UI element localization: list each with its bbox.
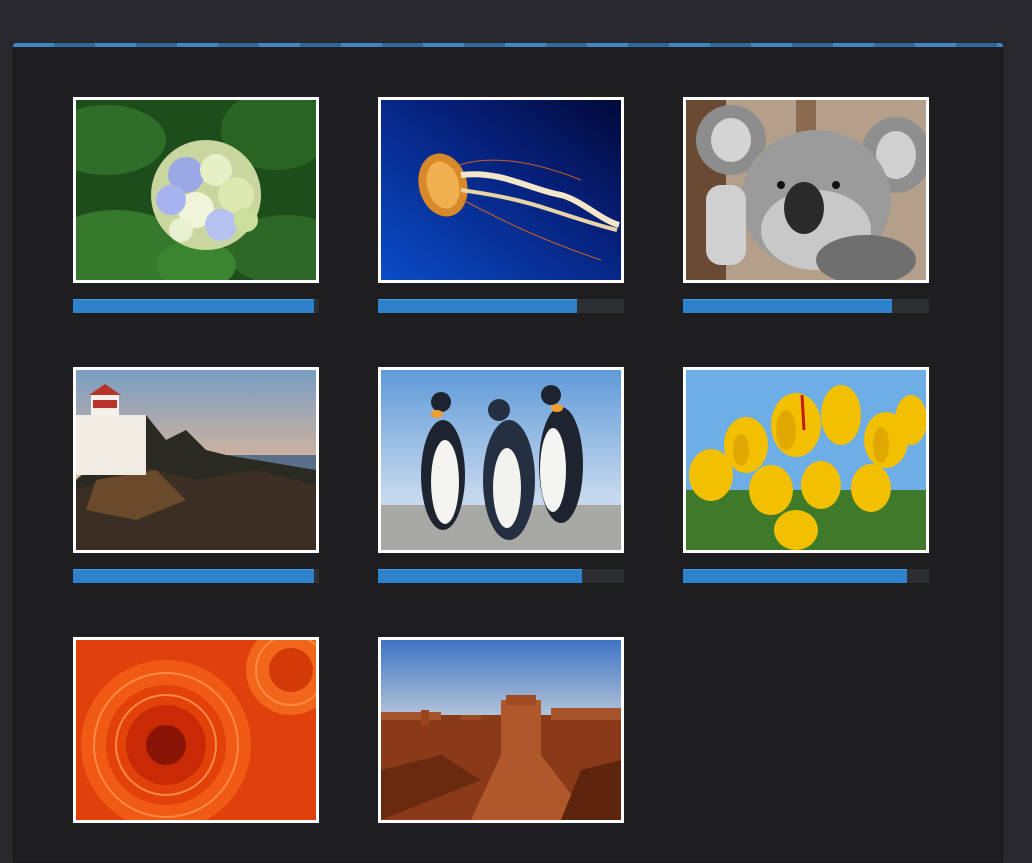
upload-progress-bar bbox=[73, 569, 319, 583]
desert-image bbox=[381, 640, 621, 820]
tulips-image bbox=[686, 370, 926, 550]
upload-progress-fill bbox=[683, 299, 893, 313]
thumbnail-lighthouse[interactable] bbox=[73, 367, 319, 553]
lighthouse-image bbox=[76, 370, 316, 550]
gallery-tile-tulips[interactable] bbox=[683, 367, 929, 583]
upload-progress-bar bbox=[683, 569, 929, 583]
gallery-tile-chrysanthemum[interactable] bbox=[73, 637, 319, 823]
upload-progress-fill bbox=[73, 569, 315, 583]
thumbnail-hydrangea[interactable] bbox=[73, 97, 319, 283]
koala-image bbox=[686, 100, 926, 280]
upload-progress-fill bbox=[378, 299, 578, 313]
upload-progress-bar bbox=[683, 299, 929, 313]
upload-progress-bar bbox=[378, 569, 624, 583]
panel-top-stripe bbox=[13, 43, 1003, 47]
thumbnail-penguins[interactable] bbox=[378, 367, 624, 553]
gallery-tile-hydrangea[interactable] bbox=[73, 97, 319, 313]
thumbnail-tulips[interactable] bbox=[683, 367, 929, 553]
penguins-image bbox=[381, 370, 621, 550]
gallery-tile-koala[interactable] bbox=[683, 97, 929, 313]
upload-progress-bar bbox=[73, 299, 319, 313]
gallery-tile-desert[interactable] bbox=[378, 637, 624, 823]
upload-progress-bar bbox=[378, 299, 624, 313]
upload-progress-fill bbox=[73, 299, 315, 313]
chrysanthemum-image bbox=[76, 640, 316, 820]
hydrangea-image bbox=[76, 100, 316, 280]
thumbnail-jellyfish[interactable] bbox=[378, 97, 624, 283]
upload-progress-fill bbox=[378, 569, 583, 583]
upload-progress-fill bbox=[683, 569, 907, 583]
thumbnail-desert[interactable] bbox=[378, 637, 624, 823]
thumbnail-koala[interactable] bbox=[683, 97, 929, 283]
gallery-tile-lighthouse[interactable] bbox=[73, 367, 319, 583]
gallery-tile-jellyfish[interactable] bbox=[378, 97, 624, 313]
jellyfish-image bbox=[381, 100, 621, 280]
gallery-tile-penguins[interactable] bbox=[378, 367, 624, 583]
thumbnail-chrysanthemum[interactable] bbox=[73, 637, 319, 823]
